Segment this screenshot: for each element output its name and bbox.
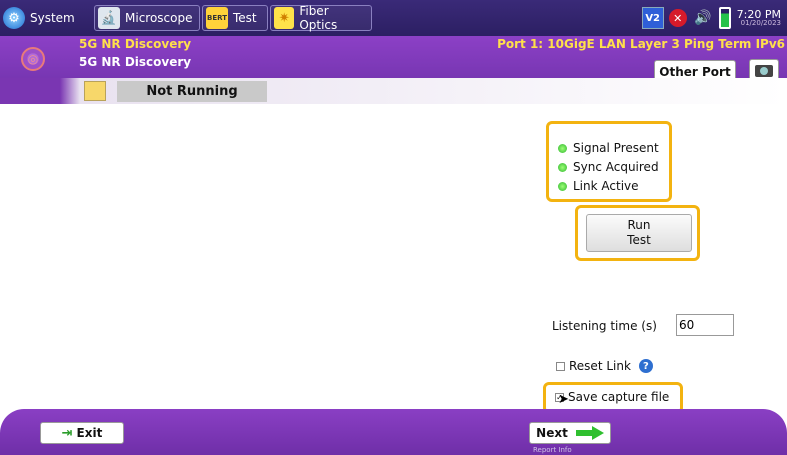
port-title: Port 1: 10GigE LAN Layer 3 Ping Term IPv…	[497, 37, 785, 51]
run-test-label-line2: Test	[627, 233, 651, 247]
taskbar-fiber-optics-button[interactable]: ✷ Fiber Optics	[270, 4, 372, 32]
main-content: Signal Present Sync Acquired Link Active…	[0, 104, 787, 414]
clock-date: 01/20/2023	[740, 19, 781, 27]
fiber-star-icon: ✷	[274, 7, 295, 29]
clock[interactable]: 7:20 PM 01/20/2023	[737, 9, 781, 27]
listening-time-input[interactable]	[676, 314, 734, 336]
save-capture-checkbox-row[interactable]: ✓ Save capture file	[555, 390, 669, 404]
taskbar-microscope-button[interactable]: 🔬 Microscope	[94, 5, 200, 31]
indicator-label: Sync Acquired	[573, 160, 659, 174]
mouse-pointer-icon: ➤	[558, 392, 569, 407]
bert-icon: BERT	[206, 7, 228, 29]
next-button[interactable]: Next	[529, 422, 611, 444]
save-capture-label: Save capture file	[568, 390, 670, 404]
green-led-icon	[558, 181, 567, 191]
page-title: 5G NR Discovery	[79, 55, 192, 69]
test-title: 5G NR Discovery	[79, 37, 192, 51]
green-led-icon	[558, 143, 567, 153]
exit-icon: ⇥	[61, 425, 73, 441]
reset-link-label: Reset Link	[569, 359, 631, 373]
indicator-signal-present: Signal Present	[558, 141, 659, 155]
battery-icon[interactable]	[718, 7, 731, 29]
test-header: ◎ 5G NR Discovery Port 1: 10GigE LAN Lay…	[0, 36, 787, 84]
next-label: Next	[536, 426, 568, 440]
indicator-sync-acquired: Sync Acquired	[558, 160, 659, 174]
taskbar-test-label: Test	[233, 11, 257, 25]
run-test-button[interactable]: Run Test	[586, 214, 692, 252]
indicator-label: Link Active	[573, 179, 639, 193]
network-error-icon[interactable]: ✕	[668, 9, 687, 27]
speaker-icon[interactable]: 🔊	[692, 7, 714, 29]
listening-time-label: Listening time (s)	[552, 319, 657, 333]
run-status: Not Running	[117, 81, 267, 102]
indicator-link-active: Link Active	[558, 179, 639, 193]
gear-icon: ⚙	[3, 7, 25, 29]
exit-button[interactable]: ⇥ Exit	[40, 422, 124, 444]
taskbar-fiber-optics-label: Fiber Optics	[299, 4, 338, 32]
arrow-right-icon	[575, 426, 604, 440]
taskbar-system-label: System	[30, 11, 75, 25]
target-logo-icon[interactable]: ◎	[21, 47, 45, 71]
camera-icon	[755, 65, 773, 77]
exit-label: Exit	[76, 426, 103, 440]
green-led-icon	[558, 162, 567, 172]
help-icon[interactable]: ?	[638, 359, 653, 373]
indicator-label: Signal Present	[573, 141, 659, 155]
system-tray: V2 ✕ 🔊 7:20 PM 01/20/2023	[637, 5, 781, 31]
taskbar-system-button[interactable]: ⚙ System	[0, 5, 81, 31]
v2-icon[interactable]: V2	[641, 7, 664, 29]
taskbar: ⚙ System 🔬 Microscope BERT Test ✷ Fiber …	[0, 0, 787, 36]
taskbar-test-button[interactable]: BERT Test	[202, 5, 268, 31]
report-info-label: Report Info	[533, 446, 572, 454]
status-strip: Not Running	[0, 78, 787, 104]
status-light-icon[interactable]	[84, 81, 106, 101]
bert-icon-text: BERT	[207, 14, 227, 22]
reset-link-checkbox[interactable]	[556, 361, 565, 371]
reset-link-checkbox-row[interactable]: Reset Link ?	[556, 359, 653, 373]
taskbar-microscope-label: Microscope	[125, 11, 193, 25]
run-test-label-line1: Run	[627, 218, 651, 232]
microscope-icon: 🔬	[98, 7, 120, 29]
bottom-bar: ⇥ Exit Next Report Info	[0, 409, 787, 455]
